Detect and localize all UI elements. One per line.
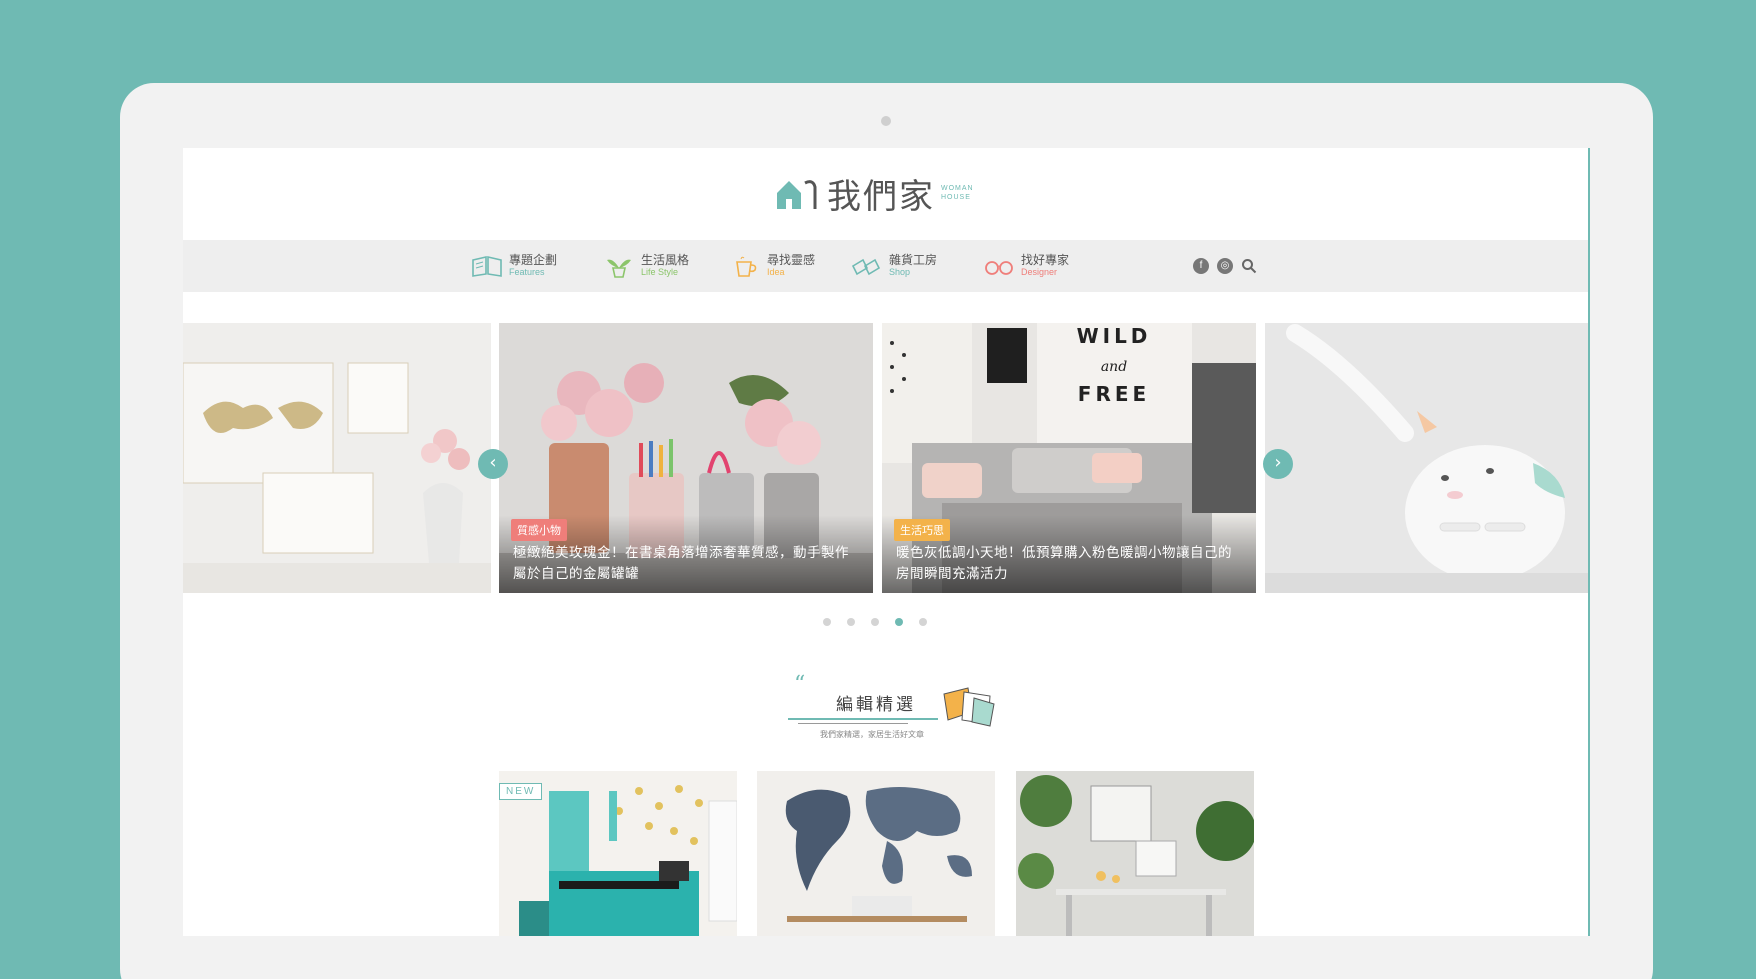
- cup-icon: [736, 256, 757, 277]
- slider-pagination: [823, 618, 927, 626]
- section-subtitle: 我們家精選，家居生活好文章: [820, 730, 924, 739]
- browser-screen: 我們家 WOMAN HOUSE 專題企劃 Features 生活風格 Life …: [183, 148, 1590, 936]
- nav-label: 找好專家: [1021, 253, 1070, 267]
- nav-sublabel: Shop: [889, 267, 911, 277]
- house-logo-icon: [777, 180, 817, 209]
- divider: [798, 723, 908, 724]
- category-tag[interactable]: 質感小物: [511, 519, 567, 541]
- section-title: 編輯精選: [836, 695, 916, 715]
- nav-label: 尋找靈感: [767, 253, 816, 267]
- slide-caption: 質感小物 極緻絕美玫瑰金！在書桌角落增添奢華質感，動手製作屬於自己的金屬罐罐: [499, 515, 873, 593]
- nav-item-idea[interactable]: 尋找靈感 Idea: [729, 252, 815, 280]
- hero-slider: 質感小物 極緻絕美玫瑰金！在書桌角落增添奢華質感，動手製作屬於自己的金屬罐罐 W…: [183, 323, 1588, 593]
- logo-text: 我們家: [827, 176, 935, 217]
- search-icon[interactable]: [1241, 258, 1257, 274]
- shoes-icon: [851, 258, 881, 276]
- quote-mark: “: [794, 672, 806, 697]
- camera-dot: [881, 116, 891, 126]
- slider-dot-active[interactable]: [895, 618, 903, 626]
- slide-title[interactable]: 極緻絕美玫瑰金！在書桌角落增添奢華質感，動手製作屬於自己的金屬罐罐: [513, 543, 859, 585]
- instagram-icon[interactable]: ◎: [1217, 258, 1233, 274]
- open-book-icon: [943, 687, 995, 727]
- slider-prev-button[interactable]: ‹: [478, 449, 508, 479]
- svg-text:FREE: FREE: [1078, 382, 1150, 406]
- slide-title[interactable]: 暖色灰低調小天地！低預算購入粉色暖調小物讓自己的房間瞬間充滿活力: [896, 543, 1242, 585]
- device-frame: 我們家 WOMAN HOUSE 專題企劃 Features 生活風格 Life …: [120, 83, 1653, 979]
- book-icon: [472, 255, 502, 277]
- facebook-icon[interactable]: f: [1193, 258, 1209, 274]
- nav-sublabel: Designer: [1021, 267, 1058, 277]
- editor-picks-heading: “ 編輯精選 我們家精選，家居生活好文章: [788, 672, 998, 744]
- nav-sublabel: Life Style: [641, 267, 679, 277]
- slide-decor-frames[interactable]: [183, 323, 491, 593]
- article-card[interactable]: NEW: [499, 771, 737, 936]
- nav-label: 專題企劃: [509, 253, 558, 267]
- main-nav: 專題企劃 Features 生活風格 Life Style 尋找靈感 Idea …: [183, 240, 1588, 292]
- nav-item-features[interactable]: 專題企劃 Features: [471, 252, 557, 280]
- slider-dot[interactable]: [847, 618, 855, 626]
- slide-rose-gold-jars[interactable]: 質感小物 極緻絕美玫瑰金！在書桌角落增添奢華質感，動手製作屬於自己的金屬罐罐: [499, 323, 873, 593]
- category-tag[interactable]: 生活巧思: [894, 519, 950, 541]
- slide-bedroom[interactable]: WILD and FREE 生活巧思 暖色灰低調小天地！低預算購入粉色暖調小物讓…: [882, 323, 1256, 593]
- nav-item-shop[interactable]: 雜貨工房 Shop: [851, 252, 937, 280]
- glasses-icon: [985, 261, 1013, 275]
- slide-image: [1265, 323, 1588, 593]
- slider-dot[interactable]: [919, 618, 927, 626]
- nav-sublabel: Features: [509, 267, 545, 277]
- slide-image: [183, 323, 491, 593]
- svg-text:WILD: WILD: [1077, 324, 1152, 348]
- slide-humidifier[interactable]: [1265, 323, 1588, 593]
- nav-item-designer[interactable]: 找好專家 Designer: [983, 252, 1069, 280]
- slide-caption: 生活巧思 暖色灰低調小天地！低預算購入粉色暖調小物讓自己的房間瞬間充滿活力: [882, 515, 1256, 593]
- nav-sublabel: Idea: [767, 267, 785, 277]
- nav-label: 生活風格: [641, 253, 690, 267]
- svg-text:and: and: [1101, 359, 1127, 375]
- site-logo[interactable]: 我們家 WOMAN HOUSE: [775, 170, 974, 217]
- logo-subtitle: WOMAN HOUSE: [941, 185, 974, 201]
- slider-next-button[interactable]: ›: [1263, 449, 1293, 479]
- article-card[interactable]: [757, 771, 995, 936]
- slider-dot[interactable]: [823, 618, 831, 626]
- divider: [788, 718, 938, 720]
- new-badge: NEW: [499, 783, 543, 800]
- card-image: [1016, 771, 1254, 936]
- article-card[interactable]: [1016, 771, 1254, 936]
- site-header: 我們家 WOMAN HOUSE: [183, 148, 1588, 240]
- nav-item-lifestyle[interactable]: 生活風格 Life Style: [603, 252, 689, 280]
- nav-label: 雜貨工房: [889, 253, 938, 267]
- card-image: [757, 771, 995, 936]
- plant-icon: [607, 259, 631, 278]
- slider-dot[interactable]: [871, 618, 879, 626]
- social-links: f ◎: [1193, 258, 1257, 274]
